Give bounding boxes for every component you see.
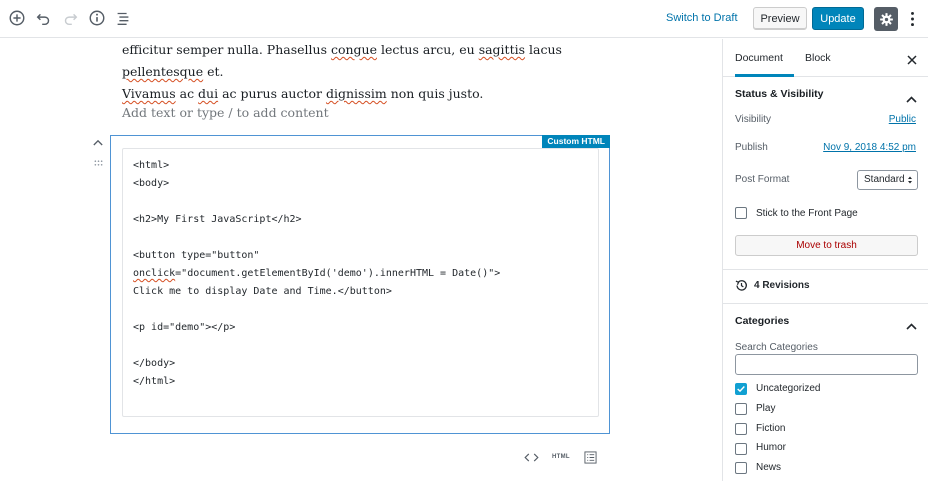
visibility-link[interactable]: Public [889, 114, 916, 125]
code-line: Click me to display Date and Time.</butt… [133, 286, 392, 297]
more-options-button[interactable] [905, 9, 919, 29]
panel-title-status-visibility[interactable]: Status & Visibility [735, 88, 824, 100]
misspelled-word: dignissim [325, 86, 387, 101]
preview-button[interactable]: Preview [753, 7, 807, 30]
visibility-label: Visibility [735, 114, 771, 125]
code-line: <body> [133, 178, 170, 189]
code-line: <p id="demo"></p> [133, 322, 236, 333]
html-code-textarea[interactable]: <html> <body> <h2>My First JavaScript</h… [122, 148, 599, 417]
info-icon[interactable] [88, 9, 106, 27]
category-checkbox-humor[interactable] [735, 443, 747, 455]
settings-button[interactable] [874, 7, 898, 31]
paragraph-text: ac [175, 86, 199, 101]
code-line: </body> [133, 358, 176, 369]
category-label[interactable]: Humor [756, 442, 786, 453]
checkmark-icon [737, 386, 745, 393]
redo-icon[interactable] [61, 9, 79, 27]
editor-canvas: efficitur semper nulla. Phasellus congue… [0, 39, 722, 481]
panel-divider [723, 303, 928, 304]
category-label[interactable]: News [756, 462, 781, 473]
post-format-value: Standard [864, 174, 905, 185]
editor-header: Switch to Draft Preview Update [0, 0, 928, 38]
undo-icon[interactable] [35, 9, 53, 27]
paragraph-text: lacus [525, 42, 562, 57]
panel-title-categories[interactable]: Categories [735, 315, 789, 327]
misspelled-word: congue [330, 42, 377, 57]
code-line: <h2>My First JavaScript</h2> [133, 214, 302, 225]
paragraph-text: lectus arcu, eu [377, 42, 479, 57]
category-label[interactable]: Play [756, 403, 775, 414]
paragraph-text: non quis justo. [386, 86, 484, 101]
post-format-select[interactable]: Standard [857, 170, 918, 190]
category-checkbox-play[interactable] [735, 403, 747, 415]
block-type-badge: Custom HTML [542, 135, 610, 148]
publish-date-link[interactable]: Nov 9, 2018 4:52 pm [823, 142, 916, 153]
preview-tab-icon[interactable] [584, 449, 598, 465]
misspelled-word: onclick [133, 268, 176, 279]
category-checkbox-news[interactable] [735, 462, 747, 474]
move-up-icon[interactable] [93, 133, 105, 146]
misspelled-word: sagittis [478, 42, 526, 57]
update-button[interactable]: Update [812, 7, 864, 30]
add-block-icon[interactable] [8, 9, 26, 27]
category-label[interactable]: Fiction [756, 423, 785, 434]
category-label[interactable]: Uncategorized [756, 383, 820, 394]
select-arrows-icon [908, 176, 912, 184]
chevron-up-icon[interactable] [906, 317, 917, 330]
code-line: <button type="button" [133, 250, 260, 261]
custom-html-block[interactable]: Custom HTML <html> <body> <h2>My First J… [110, 135, 610, 434]
more-vertical-icon [910, 11, 914, 27]
misspelled-word: dui [198, 86, 219, 101]
chevron-up-icon[interactable] [906, 90, 917, 103]
close-icon[interactable] [907, 52, 918, 65]
revisions-link[interactable]: 4 Revisions [754, 280, 810, 291]
drag-handle-icon[interactable] [94, 153, 104, 166]
tab-document[interactable]: Document [735, 39, 794, 77]
paragraph-text: et. [203, 64, 224, 79]
paragraph-block[interactable]: efficitur semper nulla. Phasellus congue… [122, 39, 602, 105]
panel-divider [723, 269, 928, 270]
category-checkbox-uncategorized[interactable] [735, 383, 747, 395]
code-view-icon[interactable] [524, 449, 540, 465]
code-line: </html> [133, 376, 176, 387]
code-line: onclick="document.getElementById('demo')… [133, 268, 501, 279]
list-view-icon[interactable] [114, 9, 132, 27]
post-format-label: Post Format [735, 174, 790, 185]
stick-front-page-label[interactable]: Stick to the Front Page [756, 208, 858, 219]
history-icon [735, 279, 748, 292]
search-categories-label: Search Categories [735, 342, 818, 353]
html-tab-label[interactable]: HTML [552, 449, 570, 465]
switch-to-draft-button[interactable]: Switch to Draft [666, 12, 738, 24]
stick-front-page-checkbox[interactable] [735, 207, 747, 219]
sidebar-tabs: Document Block [723, 39, 928, 77]
default-block-appender[interactable]: Add text or type / to add content [122, 105, 329, 120]
misspelled-word: pellentesque [122, 64, 204, 79]
move-to-trash-button[interactable]: Move to trash [735, 235, 918, 256]
settings-sidebar: Document Block Status & Visibility Visib… [722, 39, 928, 481]
code-line: <html> [133, 160, 170, 171]
search-categories-input[interactable] [735, 354, 918, 375]
paragraph-text: ac purus auctor [218, 86, 326, 101]
misspelled-word: Vivamus [122, 86, 176, 101]
tab-block[interactable]: Block [805, 39, 831, 77]
paragraph-text: efficitur semper nulla. Phasellus [122, 42, 331, 57]
publish-label: Publish [735, 142, 768, 153]
category-checkbox-fiction[interactable] [735, 423, 747, 435]
gear-icon [879, 12, 893, 26]
